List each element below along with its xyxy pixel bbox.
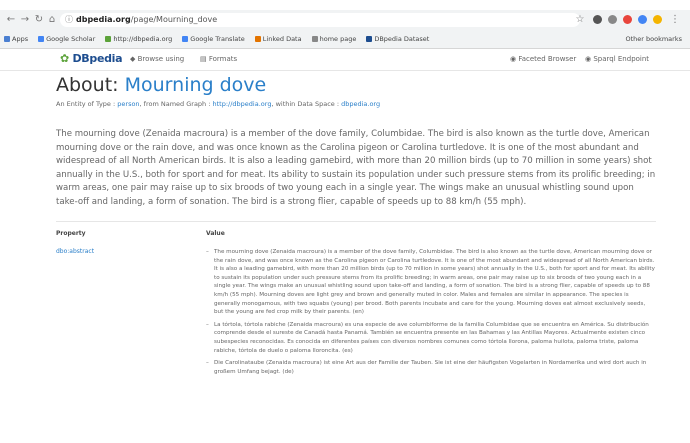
bookmark-item[interactable]: home page xyxy=(311,35,356,43)
entity-meta: An Entity of Type : person, from Named G… xyxy=(56,100,381,108)
page-title: About: Mourning dove xyxy=(56,74,267,96)
url-path: /page/Mourning_dove xyxy=(130,15,218,24)
bookmark-icon xyxy=(254,36,261,42)
value-item: La tórtola, tórtola rabiche (Zenaida mac… xyxy=(206,321,656,355)
bookmark-icon xyxy=(105,36,112,42)
formats-menu[interactable]: ▤ Formats xyxy=(200,55,237,63)
extension-icon[interactable] xyxy=(638,15,647,24)
logo-mark-icon: ✿ xyxy=(60,52,69,65)
extension-icons: ☆ ⋮ xyxy=(573,13,682,27)
value-item: Die Carolinataube (Zenaida macroura) ist… xyxy=(206,359,656,376)
reload-icon[interactable]: ↻ xyxy=(32,13,46,27)
bookmark-icon xyxy=(366,36,373,42)
back-icon[interactable]: ← xyxy=(4,13,18,27)
browser-window: ← → ↻ ⌂ ⓘ dbpedia.org/page/Mourning_dove… xyxy=(0,0,690,443)
sparql-endpoint-link[interactable]: ◉ Sparql Endpoint xyxy=(585,55,649,63)
forward-icon[interactable]: → xyxy=(18,13,32,27)
entity-name[interactable]: Mourning dove xyxy=(125,74,267,96)
address-bar[interactable]: ⓘ dbpedia.org/page/Mourning_dove xyxy=(60,13,580,27)
dataspace-link[interactable]: dbpedia.org xyxy=(341,100,380,108)
site-header: ✿ DBpedia ◆ Browse using ▤ Formats ◉ Fac… xyxy=(0,48,690,71)
divider xyxy=(56,221,656,222)
property-link[interactable]: dbo:abstract xyxy=(56,248,206,380)
extension-icon[interactable] xyxy=(593,15,602,24)
bookmark-item[interactable]: Google Translate xyxy=(182,35,245,43)
browser-chrome: ← → ↻ ⌂ ⓘ dbpedia.org/page/Mourning_dove… xyxy=(0,10,690,49)
apps-icon xyxy=(4,36,10,42)
table-row: dbo:abstract The mourning dove (Zenaida … xyxy=(56,248,656,380)
value-list: The mourning dove (Zenaida macroura) is … xyxy=(206,248,656,376)
table-header: Property Value xyxy=(56,230,656,240)
star-icon[interactable]: ☆ xyxy=(573,13,587,27)
home-icon[interactable]: ⌂ xyxy=(45,13,59,27)
faceted-browser-link[interactable]: ◉ Faceted Browser xyxy=(510,55,576,63)
value-item: The mourning dove (Zenaida macroura) is … xyxy=(206,248,656,317)
menu-icon[interactable]: ⋮ xyxy=(668,13,682,27)
graph-link[interactable]: http://dbpedia.org xyxy=(213,100,272,108)
page-content: About: Mourning dove An Entity of Type :… xyxy=(56,72,656,380)
bookmark-icon xyxy=(182,36,189,42)
property-column-header: Property xyxy=(56,230,86,237)
bookmarks-bar: Apps Google Scholar http://dbpedia.org G… xyxy=(0,31,690,47)
browse-using-menu[interactable]: ◆ Browse using xyxy=(130,55,184,63)
bookmark-icon xyxy=(311,36,318,42)
abstract-text: The mourning dove (Zenaida macroura) is … xyxy=(56,129,656,207)
bookmark-apps[interactable]: Apps xyxy=(4,35,28,43)
bookmark-item[interactable]: DBpedia Dataset xyxy=(366,35,429,43)
extension-icon[interactable] xyxy=(608,15,617,24)
value-column-header: Value xyxy=(206,230,225,237)
bookmark-item[interactable]: http://dbpedia.org xyxy=(105,35,172,43)
other-bookmarks[interactable]: Other bookmarks xyxy=(625,31,682,47)
url-host: dbpedia.org xyxy=(76,15,131,24)
extension-icon[interactable] xyxy=(623,15,632,24)
bookmark-icon xyxy=(38,36,45,42)
dbpedia-logo[interactable]: ✿ DBpedia xyxy=(60,52,123,65)
info-icon[interactable]: ⓘ xyxy=(65,13,73,27)
bookmark-item[interactable]: Linked Data xyxy=(254,35,302,43)
browser-toolbar: ← → ↻ ⌂ ⓘ dbpedia.org/page/Mourning_dove… xyxy=(0,10,690,30)
extension-icon[interactable] xyxy=(653,15,662,24)
type-link[interactable]: person xyxy=(117,100,139,108)
bookmark-item[interactable]: Google Scholar xyxy=(38,35,95,43)
